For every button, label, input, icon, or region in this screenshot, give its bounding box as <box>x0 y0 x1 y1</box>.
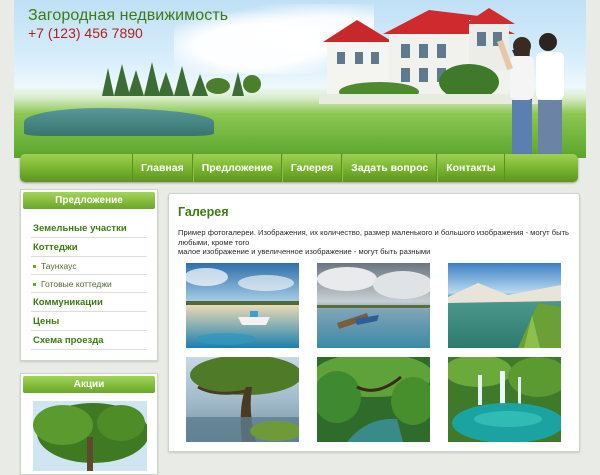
gallery-thumb-forest-river[interactable] <box>317 357 430 442</box>
forest-river-photo <box>317 357 430 442</box>
site-title: Загородная недвижимость <box>28 7 229 24</box>
background-trees <box>102 62 261 96</box>
page-title: Галерея <box>178 205 229 219</box>
gallery-thumb-tree-lake[interactable] <box>186 357 299 442</box>
gallery-thumb-lake-boat[interactable] <box>186 263 299 348</box>
promo-image[interactable] <box>33 401 149 471</box>
gallery-thumb-coast-lake[interactable] <box>448 263 561 348</box>
nav-contacts[interactable]: Контакты <box>437 154 505 182</box>
offer-panel: Предложение Земельные участки Коттеджи Т… <box>20 189 158 361</box>
promo-panel-title: Акции <box>23 376 155 393</box>
site-phone: +7 (123) 456 7890 <box>28 25 143 41</box>
gallery-description: Пример фотогалереи. Изображения, их коли… <box>178 228 573 257</box>
offer-panel-title: Предложение <box>23 192 155 209</box>
sidebar-item-cottages[interactable]: Коттеджи <box>31 238 147 257</box>
sidebar-item-label: Готовые коттеджи <box>41 279 112 289</box>
coast-lake-photo <box>448 263 561 348</box>
gallery-thumb-waterfall[interactable] <box>448 357 561 442</box>
offer-menu: Земельные участки Коттеджи Таунхаус Гото… <box>21 211 157 360</box>
nav-ask-question[interactable]: Задать вопрос <box>342 154 438 182</box>
nav-home[interactable]: Главная <box>132 154 193 182</box>
couple-illustration <box>497 33 564 156</box>
sidebar-item-label: Таунхаус <box>41 261 77 271</box>
sidebar-item-utilities[interactable]: Коммуникации <box>31 293 147 312</box>
sidebar-item-ready-cottages[interactable]: Готовые коттеджи <box>31 275 147 293</box>
nav-gallery[interactable]: Галерея <box>281 154 343 182</box>
pier-boat-photo <box>317 263 430 348</box>
nav-offer[interactable]: Предложение <box>192 154 282 182</box>
bullet-icon <box>33 283 36 287</box>
sidebar: Предложение Земельные участки Коттеджи Т… <box>20 189 158 475</box>
content-panel: Галерея Пример фотогалереи. Изображения,… <box>168 193 580 452</box>
sidebar-item-directions[interactable]: Схема проезда <box>31 331 147 350</box>
lake <box>24 108 214 136</box>
header-banner: Загородная недвижимость +7 (123) 456 789… <box>14 0 586 158</box>
promo-panel: Акции <box>20 373 158 475</box>
sidebar-item-land-plots[interactable]: Земельные участки <box>31 219 147 238</box>
promo-tree-photo <box>33 401 149 471</box>
tree-lake-photo <box>186 357 299 442</box>
sidebar-item-prices[interactable]: Цены <box>31 312 147 331</box>
bullet-icon <box>33 265 36 269</box>
gallery-thumb-pier-boat[interactable] <box>317 263 430 348</box>
sidebar-item-townhouse[interactable]: Таунхаус <box>31 257 147 275</box>
lake-boat-photo <box>186 263 299 348</box>
waterfall-photo <box>448 357 561 442</box>
gallery-description-line1: Пример фотогалереи. Изображения, их коли… <box>178 228 570 247</box>
main-nav: Главная Предложение Галерея Задать вопро… <box>20 154 578 182</box>
gallery-description-line2: малое изображение и увеличенное изображе… <box>178 247 431 257</box>
